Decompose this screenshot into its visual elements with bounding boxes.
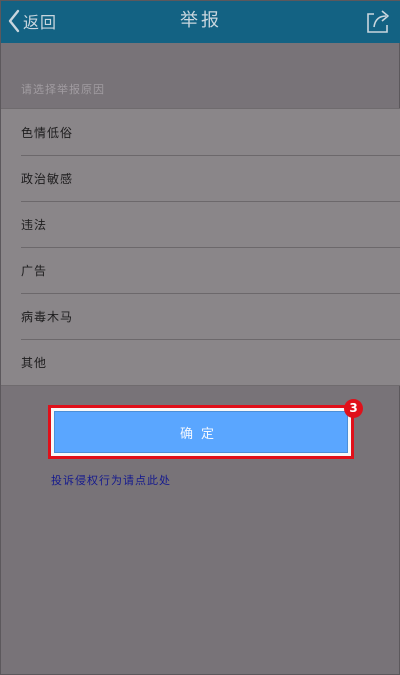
reason-item-virus[interactable]: 病毒木马 <box>1 293 400 339</box>
share-icon <box>363 10 393 40</box>
reason-item-pornography[interactable]: 色情低俗 <box>1 109 400 155</box>
reason-label: 违法 <box>21 218 48 232</box>
reason-label: 广告 <box>21 264 48 278</box>
navigation-bar: 返回 举报 <box>1 1 400 43</box>
share-button[interactable] <box>363 6 393 36</box>
reason-item-illegal[interactable]: 违法 <box>1 201 400 247</box>
infringement-complaint-link[interactable]: 投诉侵权行为请点此处 <box>51 472 171 488</box>
report-reason-list: 色情低俗 政治敏感 违法 广告 病毒木马 其他 <box>1 108 400 386</box>
reason-label: 政治敏感 <box>21 172 74 186</box>
confirm-button[interactable]: 确定 <box>54 411 348 453</box>
page-title: 举报 <box>180 10 222 31</box>
reason-label: 色情低俗 <box>21 126 74 140</box>
reason-item-political[interactable]: 政治敏感 <box>1 155 400 201</box>
reason-label: 病毒木马 <box>21 310 74 324</box>
screen-frame: 返回 举报 请选择举报原因 色情低俗 政治敏感 违法 广告 病毒木马 其他 确定… <box>0 0 400 675</box>
reason-item-other[interactable]: 其他 <box>1 339 400 385</box>
reason-item-advertising[interactable]: 广告 <box>1 247 400 293</box>
reason-hint: 请选择举报原因 <box>21 83 105 96</box>
step-badge: 3 <box>344 399 363 418</box>
reason-label: 其他 <box>21 356 48 370</box>
confirm-highlight: 确定 <box>48 405 354 459</box>
